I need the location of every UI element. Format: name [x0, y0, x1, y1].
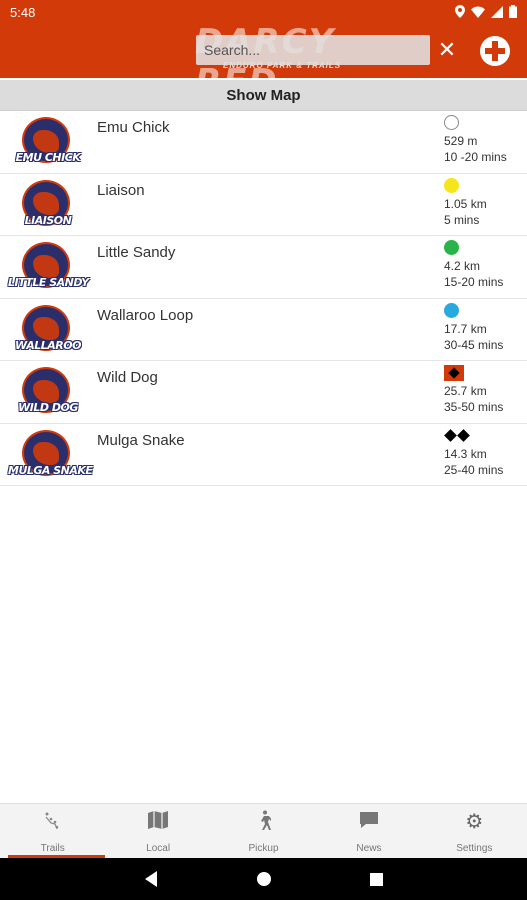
cellular-icon [491, 5, 503, 21]
trail-meta: 25.7 km 35-50 mins [444, 365, 524, 414]
trail-logo: WILD DOG [8, 367, 88, 419]
trail-time: 35-50 mins [444, 400, 504, 414]
nav-item-pickup[interactable]: Pickup [211, 804, 316, 858]
recents-icon[interactable] [370, 873, 383, 886]
home-icon[interactable] [257, 872, 271, 886]
close-icon: ✕ [437, 37, 457, 62]
walking-person-icon [252, 810, 276, 834]
trail-name: Wild Dog [97, 369, 158, 386]
nav-item-news[interactable]: News [316, 804, 421, 858]
back-icon[interactable] [145, 871, 157, 887]
bottom-nav: Trails Local Pickup News ⚙ Settings [0, 803, 527, 858]
clear-search-button[interactable]: ✕ [434, 37, 460, 63]
trail-logo: LITTLE SANDY [8, 242, 89, 294]
trail-distance: 25.7 km [444, 384, 487, 398]
trail-time: 5 mins [444, 212, 480, 227]
chat-bubble-icon [357, 810, 381, 834]
trail-time: 15-20 mins [444, 275, 504, 289]
trail-logo-text: LIAISON [24, 213, 72, 227]
trail-distance: 529 m [444, 134, 478, 148]
trails-icon [41, 810, 65, 834]
trail-logo-text: LITTLE SANDY [8, 276, 89, 289]
nav-label: Trails [40, 843, 65, 854]
battery-icon [509, 5, 517, 21]
trail-logo-text: EMU CHICK [15, 151, 81, 164]
trail-logo-text: WILD DOG [18, 401, 78, 414]
nav-item-local[interactable]: Local [105, 804, 210, 858]
trail-logo: LIAISON [8, 179, 88, 232]
trail-time: 30-45 mins [444, 337, 504, 352]
difficulty-green-circle-icon [444, 240, 524, 256]
trail-logo-text: WALLAROO [15, 338, 81, 352]
nav-label: Local [146, 843, 171, 854]
difficulty-blue-circle-icon [444, 302, 524, 319]
trail-distance: 4.2 km [444, 259, 481, 273]
trail-list: EMU CHICK Emu Chick 529 m 10 -20 mins LI… [0, 111, 527, 486]
trail-row-emu-chick[interactable]: EMU CHICK Emu Chick 529 m 10 -20 mins [0, 111, 527, 174]
show-map-button[interactable]: Show Map [0, 80, 527, 111]
trail-meta: 17.7 km 30-45 mins [444, 302, 524, 352]
trail-logo: WALLAROO [8, 304, 88, 357]
trail-name: Little Sandy [97, 244, 176, 261]
trail-distance: 17.7 km [444, 321, 487, 336]
nav-label: News [356, 843, 382, 854]
trail-row-little-sandy[interactable]: LITTLE SANDY Little Sandy 4.2 km 15-20 m… [0, 236, 527, 299]
trail-name: Wallaroo Loop [97, 306, 194, 324]
trail-distance: 1.05 km [444, 196, 487, 211]
nav-label: Settings [456, 843, 493, 854]
trail-time: 10 -20 mins [444, 150, 507, 164]
first-aid-icon [480, 36, 510, 66]
status-bar: 5:48 [0, 0, 527, 24]
app-bar: DARCY RED ENDURO PARK & TRAILS ✕ [0, 24, 527, 78]
trail-row-wild-dog[interactable]: WILD DOG Wild Dog 25.7 km 35-50 mins [0, 361, 527, 424]
difficulty-yellow-circle-icon [444, 177, 524, 194]
nav-label: Pickup [248, 843, 279, 854]
location-icon [455, 5, 465, 21]
trail-distance: 14.3 km [444, 446, 487, 461]
wifi-icon [471, 6, 485, 21]
trail-name: Emu Chick [97, 119, 170, 136]
trail-meta: 529 m 10 -20 mins [444, 115, 524, 164]
trail-meta: 1.05 km 5 mins [444, 177, 524, 227]
difficulty-white-circle-icon [444, 115, 524, 131]
gear-icon: ⚙ [465, 811, 484, 833]
trail-time: 25-40 mins [444, 462, 504, 477]
trail-logo: MULGA SNAKE [8, 429, 93, 482]
first-aid-button[interactable] [480, 36, 510, 66]
trail-logo: EMU CHICK [8, 117, 88, 169]
system-nav-bar [0, 858, 527, 900]
trail-row-mulga-snake[interactable]: MULGA SNAKE Mulga Snake 14.3 km 25-40 mi… [0, 424, 527, 486]
difficulty-double-black-diamond-icon [444, 428, 524, 444]
trail-name: Mulga Snake [97, 431, 185, 449]
map-icon [146, 810, 170, 834]
trail-name: Liaison [97, 181, 145, 199]
search-box[interactable] [196, 35, 430, 65]
nav-item-settings[interactable]: ⚙ Settings [422, 804, 527, 858]
nav-item-trails[interactable]: Trails [0, 804, 106, 858]
trail-row-liaison[interactable]: LIAISON Liaison 1.05 km 5 mins [0, 174, 527, 236]
trail-meta: 14.3 km 25-40 mins [444, 428, 524, 477]
status-icons [455, 5, 517, 21]
trail-row-wallaroo-loop[interactable]: WALLAROO Wallaroo Loop 17.7 km 30-45 min… [0, 299, 527, 361]
status-time: 5:48 [10, 5, 36, 20]
difficulty-black-diamond-icon [444, 365, 524, 381]
trail-logo-text: MULGA SNAKE [8, 463, 93, 477]
search-input[interactable] [196, 35, 430, 65]
trail-meta: 4.2 km 15-20 mins [444, 240, 524, 289]
